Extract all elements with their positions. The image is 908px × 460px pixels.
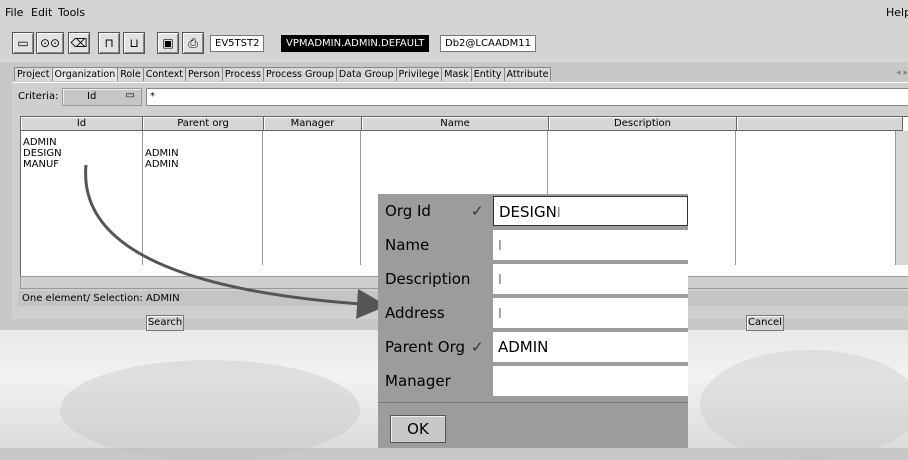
text-cursor-icon: I (498, 307, 502, 322)
parent-org-field[interactable]: ADMIN (493, 332, 688, 362)
text-cursor-icon: I (556, 206, 561, 221)
text-cursor-icon: I (498, 273, 502, 288)
org-detail-form: Org Id ✓ DESIGNI Name I Description I Ad… (378, 194, 688, 448)
text-cursor-icon: I (498, 239, 502, 254)
name-field[interactable]: I (493, 230, 688, 260)
form-row-description: Description I (378, 262, 688, 296)
form-divider (378, 402, 688, 403)
address-field[interactable]: I (493, 298, 688, 328)
check-icon: ✓ (471, 338, 484, 356)
ok-button[interactable]: OK (390, 415, 446, 443)
description-label: Description (385, 270, 471, 288)
form-row-parent-org: Parent Org ✓ ADMIN (378, 330, 688, 364)
form-row-org-id: Org Id ✓ DESIGNI (378, 194, 688, 228)
address-label: Address (385, 304, 445, 322)
form-row-address: Address I (378, 296, 688, 330)
form-row-manager: Manager (378, 364, 688, 398)
parent-org-value: ADMIN (498, 338, 549, 356)
manager-label: Manager (385, 372, 451, 390)
org-id-field[interactable]: DESIGNI (493, 196, 688, 226)
check-icon: ✓ (471, 202, 484, 220)
parent-org-label: Parent Org (385, 338, 466, 356)
description-field[interactable]: I (493, 264, 688, 294)
name-label: Name (385, 236, 430, 254)
form-row-name: Name I (378, 228, 688, 262)
manager-field[interactable] (493, 366, 688, 396)
org-id-label: Org Id (385, 202, 431, 220)
org-id-value: DESIGN (499, 203, 557, 221)
